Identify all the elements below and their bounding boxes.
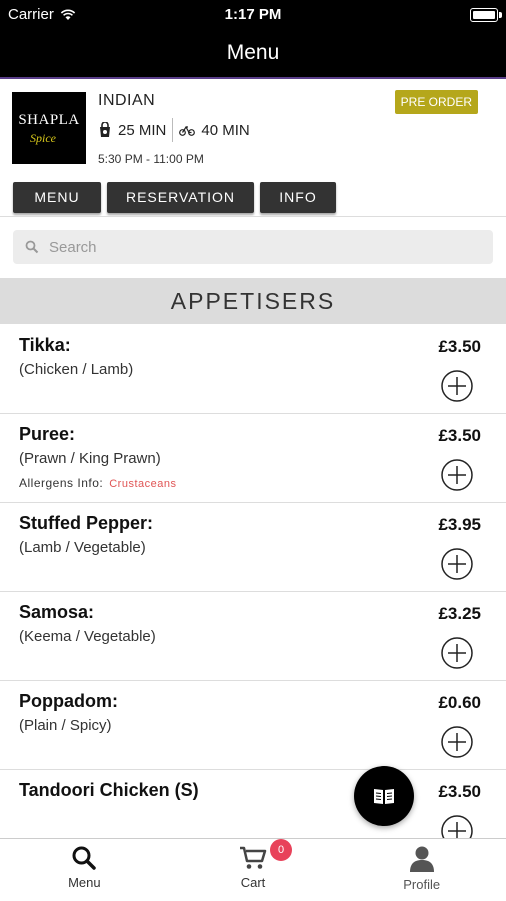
add-item-icon[interactable] [441, 815, 473, 838]
item-name: Puree: [19, 424, 76, 444]
menu-list: Tikka: (Chicken / Lamb) £3.50 Puree: (Pr… [0, 325, 506, 838]
collection-time-value: 25 MIN [118, 121, 167, 139]
menu-item[interactable]: Puree: (Prawn / King Prawn) Allergens In… [0, 414, 506, 503]
add-item-icon[interactable] [441, 459, 473, 491]
allergens-info: Allergens Info: Crustaceans [19, 476, 176, 490]
tab-bar-menu[interactable]: Menu [0, 839, 169, 901]
item-name: Poppadom: [19, 691, 118, 711]
item-description: (Keema / Vegetable) [19, 628, 156, 645]
tab-bar-cart[interactable]: Cart [169, 839, 338, 901]
tab-bar-menu-label: Menu [68, 875, 101, 890]
times-divider [172, 118, 174, 142]
menu-item[interactable]: Tandoori Chicken (S) £3.50 [0, 770, 506, 838]
menu-item[interactable]: Tikka: (Chicken / Lamb) £3.50 [0, 325, 506, 414]
tab-bar-profile[interactable]: Profile [337, 839, 506, 901]
times-row: 25 MIN 40 MIN [98, 118, 250, 142]
tab-bar-cart-label: Cart [240, 875, 266, 890]
allergens-label: Allergens Info: [19, 476, 104, 490]
item-price: £3.50 [438, 426, 481, 445]
delivery-time: 40 MIN [179, 121, 250, 139]
tab-bar-profile-label: Profile [403, 877, 441, 892]
collection-time: 25 MIN [98, 122, 166, 139]
add-item-icon[interactable] [441, 548, 473, 580]
item-name: Stuffed Pepper: [19, 513, 154, 533]
item-description: (Plain / Spicy) [19, 717, 112, 734]
menu-book-button[interactable] [354, 766, 414, 826]
restaurant-logo: SHAPLA Spice [12, 92, 86, 164]
search-icon [72, 846, 97, 870]
add-item-icon[interactable] [441, 637, 473, 669]
item-name: Tikka: [19, 335, 71, 355]
opening-hours: 5:30 PM - 11:00 PM [98, 152, 204, 166]
clock: 1:17 PM [224, 6, 282, 23]
item-price: £3.50 [438, 337, 481, 356]
category-header: APPETISERS [0, 278, 506, 324]
item-description: (Prawn / King Prawn) [19, 450, 161, 467]
cart-icon [240, 846, 267, 869]
menu-item[interactable]: Stuffed Pepper: (Lamb / Vegetable) £3.95 [0, 503, 506, 592]
page-title: Menu [226, 41, 280, 64]
section-tabs: MENU RESERVATION INFO [13, 182, 336, 213]
menu-item[interactable]: Poppadom: (Plain / Spicy) £0.60 [0, 681, 506, 770]
search-icon [25, 240, 39, 254]
status-bar: Carrier 1:17 PM [0, 0, 506, 30]
bike-icon [179, 125, 196, 136]
open-book-icon [374, 789, 394, 804]
cuisine-label: INDIAN [98, 92, 156, 109]
search-placeholder: Search [49, 238, 97, 256]
item-name: Tandoori Chicken (S) [19, 780, 199, 800]
bottom-tab-bar: Menu Cart Profile 0 [0, 838, 506, 901]
tabs-divider [0, 216, 506, 217]
profile-icon [409, 846, 434, 872]
logo-subname: Spice [30, 131, 56, 145]
cart-count-badge: 0 [270, 839, 292, 861]
restaurant-info: INDIAN 25 MIN 40 MIN 5:30 PM - 11:00 PM [98, 92, 250, 166]
item-price: £0.60 [438, 693, 481, 712]
item-description: (Chicken / Lamb) [19, 361, 134, 378]
logo-name: SHAPLA [18, 112, 80, 128]
search-input[interactable]: Search [13, 230, 493, 264]
allergen-tag: Crustaceans [109, 478, 177, 490]
pre-order-badge[interactable]: PRE ORDER [394, 90, 478, 114]
item-price: £3.95 [438, 515, 481, 534]
delivery-time-value: 40 MIN [201, 121, 250, 139]
tab-menu[interactable]: MENU [13, 182, 101, 213]
collection-bag-icon [100, 122, 110, 137]
add-item-icon[interactable] [441, 370, 473, 402]
menu-item[interactable]: Samosa: (Keema / Vegetable) £3.25 [0, 592, 506, 681]
restaurant-header: SHAPLA Spice INDIAN 25 MIN 40 MIN 5:30 P… [0, 80, 506, 175]
battery-icon [470, 8, 502, 22]
tab-info[interactable]: INFO [260, 182, 336, 213]
add-item-icon[interactable] [441, 726, 473, 758]
item-price: £3.25 [438, 604, 481, 623]
item-name: Samosa: [19, 602, 95, 622]
tab-reservation[interactable]: RESERVATION [107, 182, 254, 213]
item-description: (Lamb / Vegetable) [19, 539, 146, 556]
item-price: £3.50 [438, 782, 481, 801]
nav-bar: Menu [0, 30, 506, 79]
